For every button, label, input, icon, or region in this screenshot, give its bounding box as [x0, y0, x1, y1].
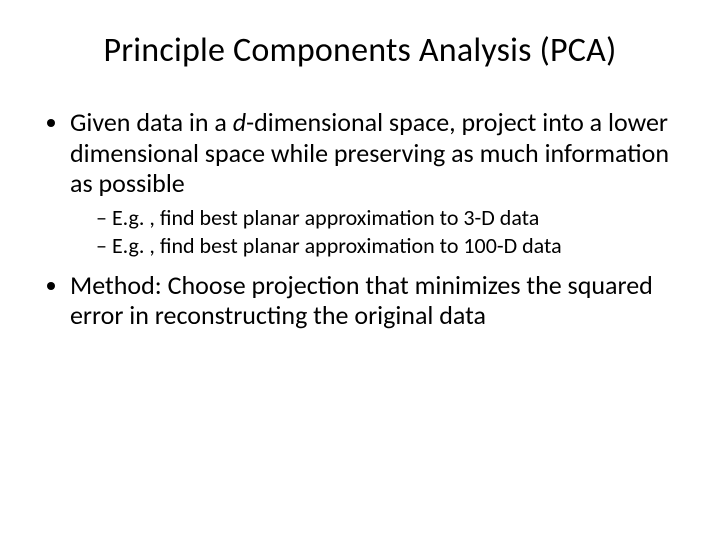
bullet-text-pre: Given data in a	[70, 106, 233, 138]
sub-bullet-list: E.g. , find best planar approximation to…	[70, 205, 680, 260]
bullet-item: Method: Choose projection that minimizes…	[70, 270, 680, 331]
bullet-list: Given data in a d-dimensional space, pro…	[40, 107, 680, 331]
bullet-text-pre: Method: Choose projection that minimizes…	[70, 269, 653, 332]
bullet-item: Given data in a d-dimensional space, pro…	[70, 107, 680, 260]
sub-bullet-item: E.g. , find best planar approximation to…	[96, 205, 680, 231]
bullet-text-italic: d	[233, 106, 246, 138]
slide: Principle Components Analysis (PCA) Give…	[0, 0, 720, 540]
slide-title: Principle Components Analysis (PCA)	[40, 30, 680, 71]
sub-bullet-item: E.g. , find best planar approximation to…	[96, 233, 680, 259]
